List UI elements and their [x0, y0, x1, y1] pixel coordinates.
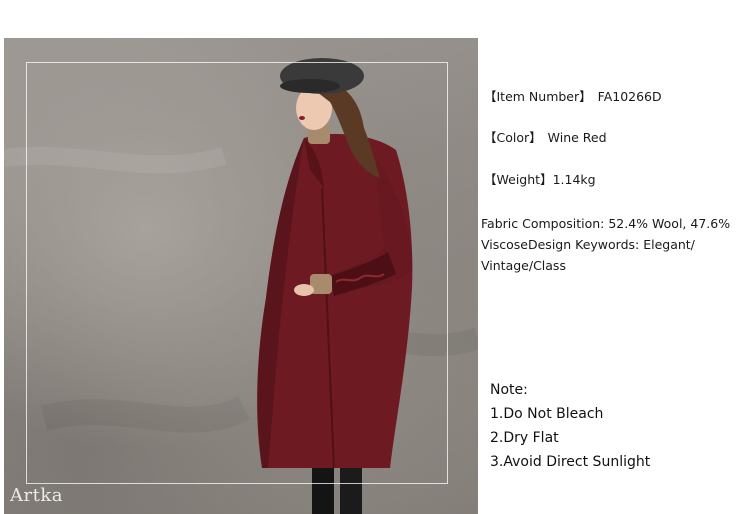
item-number-row: 【Item Number】 FA10266D [484, 89, 662, 105]
photo-frame-border [26, 62, 448, 484]
brand-logo: Artka [10, 485, 63, 506]
product-detail-panel: Artka 【Item Number】 FA10266D 【Color】 Wine … [0, 0, 750, 514]
care-note-item: 1.Do Not Bleach [490, 406, 604, 422]
fabric-composition-text: Fabric Composition: 52.4% Wool, 47.6% Vi… [481, 216, 731, 273]
care-notes: Note: 1.Do Not Bleach 2.Dry Flat 3.Avoid… [490, 378, 650, 474]
color-label: 【Color】 [484, 130, 542, 145]
weight-value: 1.14kg [552, 172, 596, 187]
care-notes-title: Note: [490, 382, 528, 398]
color-row: 【Color】 Wine Red [484, 130, 607, 146]
color-value: Wine Red [547, 130, 607, 145]
item-number-label: 【Item Number】 [484, 89, 592, 104]
item-number-value: FA10266D [597, 89, 662, 104]
care-note-item: 2.Dry Flat [490, 430, 559, 446]
care-note-item: 3.Avoid Direct Sunlight [490, 454, 651, 470]
weight-row: 【Weight】1.14kg [484, 172, 596, 188]
weight-label: 【Weight】 [484, 172, 553, 187]
product-photo: Artka [4, 38, 478, 514]
